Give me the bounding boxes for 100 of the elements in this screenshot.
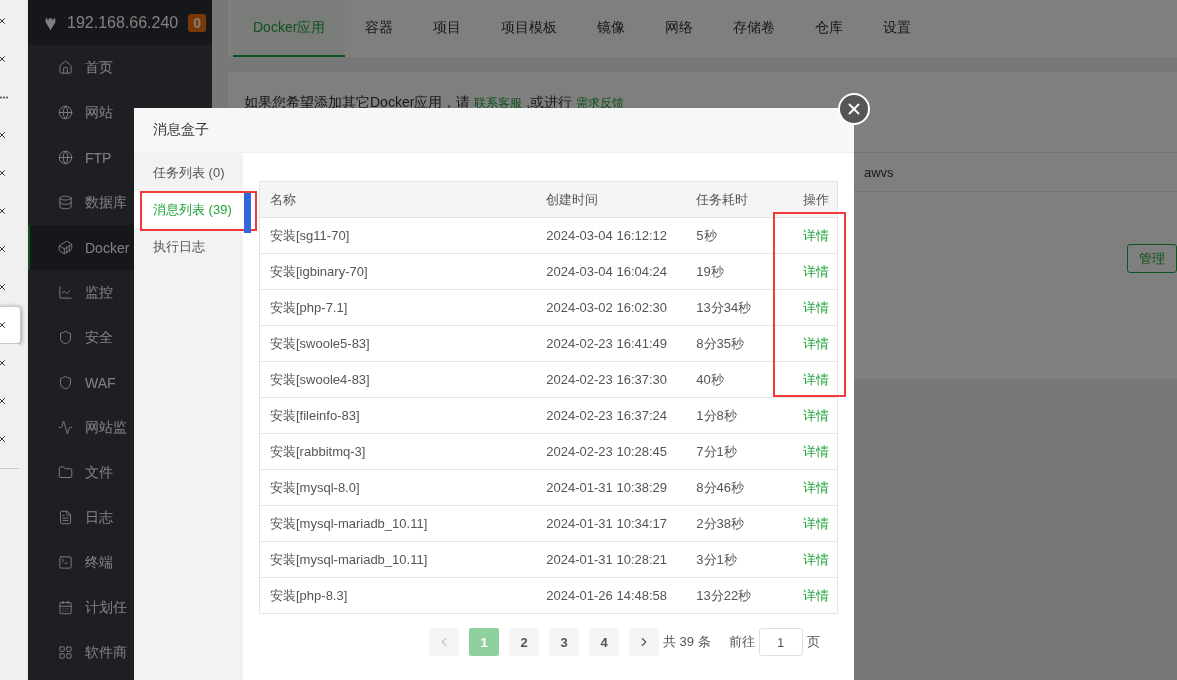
column-header: 创建时间 [536,181,687,218]
details-link[interactable]: 详情 [803,587,829,603]
tab[interactable]: 存储卷 [713,0,796,57]
details-link[interactable]: 详情 [803,443,829,459]
table-cell: 安装[mysql-8.0] [259,469,537,506]
close-icon[interactable] [0,130,7,140]
database-icon [58,195,73,210]
total-count: 共 39 条 [663,633,711,651]
shield-icon [58,330,73,345]
log-icon [58,510,73,525]
table-cell: 19秒 [686,253,772,290]
sidebar-item[interactable]: 软件商 [28,630,212,675]
tab[interactable]: 项目模板 [481,0,578,57]
table-cell: 安装[mysql-mariadb_10.11] [259,541,537,578]
close-icon[interactable] [0,54,7,64]
table-cell: 安装[mysql-mariadb_10.11] [259,505,537,542]
close-icon[interactable] [0,168,7,178]
manage-button[interactable]: 管理 [1127,244,1177,273]
table-cell: 安装[php-8.3] [259,577,537,614]
page-button[interactable]: 3 [549,628,579,656]
table-cell: 2024-01-31 10:34:17 [536,505,687,542]
page-button[interactable]: 2 [509,628,539,656]
table-cell: 2024-03-04 16:04:24 [536,253,687,290]
column-header: 名称 [259,181,537,218]
table-cell: 40秒 [686,361,772,398]
column-header: 操作 [771,181,838,218]
details-link[interactable]: 详情 [803,515,829,531]
contact-link[interactable]: 联系客服 [474,95,523,112]
details-link[interactable]: 详情 [803,479,829,495]
sidebar-item[interactable]: 文件 [28,450,212,495]
sidebar-item[interactable]: 监控 [28,270,212,315]
table-cell: 2024-02-23 16:37:24 [536,397,687,434]
table-cell: 安装[php-7.1] [259,289,537,326]
details-link[interactable]: 详情 [803,227,829,243]
details-link[interactable]: 详情 [803,335,829,351]
globe-icon [58,150,73,165]
globe-icon [58,105,73,120]
folder-icon [58,465,73,480]
table-cell: 8分46秒 [686,469,772,506]
pulse-icon [58,420,73,435]
sidebar-item[interactable]: 终端 [28,540,212,585]
host-address: 192.168.66.240 [67,13,179,32]
sidebar-item[interactable]: WAF [28,360,212,405]
table-cell: 13分34秒 [686,289,772,326]
page-input[interactable]: 1 [758,628,803,656]
tab[interactable]: 仓库 [795,0,864,57]
sidebar-item[interactable]: 计划任 [28,585,212,630]
table-cell: 2024-03-02 16:02:30 [536,289,687,326]
sidebar-item[interactable]: 日志 [28,495,212,540]
close-icon[interactable] [0,396,7,406]
table-cell: 安装[fileinfo-83] [259,397,537,434]
tab[interactable]: 项目 [413,0,482,57]
details-link[interactable]: 详情 [803,299,829,315]
close-icon[interactable] [0,16,7,26]
table-cell: 安装[sg11-70] [259,217,537,254]
close-icon[interactable] [0,434,7,444]
tab[interactable]: 设置 [863,0,932,57]
details-link[interactable]: 详情 [803,371,829,387]
column-header: 任务耗时 [686,181,772,218]
menu-item[interactable]: 消息列表 (39) [134,191,243,228]
sidebar-item[interactable]: 首页 [28,45,212,90]
close-icon[interactable] [0,320,7,330]
table-cell: 2024-02-23 16:41:49 [536,325,687,362]
table-cell: 13分22秒 [686,577,772,614]
calendar-icon [58,600,73,615]
dialog-title: 消息盒子 [153,121,209,139]
table-cell: 安装[swoole5-83] [259,325,537,362]
table-cell: 2024-01-31 10:28:21 [536,541,687,578]
page-button[interactable]: 4 [589,628,619,656]
tab[interactable]: Docker应用 [233,0,346,57]
details-link[interactable]: 详情 [803,407,829,423]
close-icon[interactable] [0,206,7,216]
close-icon[interactable] [0,244,7,254]
table-cell: 1分8秒 [686,397,772,434]
sidebar-item[interactable]: 安全 [28,315,212,360]
sidebar-item[interactable]: 网站监 [28,405,212,450]
table-cell: 2024-03-04 16:12:12 [536,217,687,254]
tab[interactable]: 镜像 [577,0,646,57]
menu-item[interactable]: 任务列表 (0) [134,154,243,191]
table-cell: 2024-01-26 14:48:58 [536,577,687,614]
more-icon[interactable] [0,95,8,99]
table-cell: 2分38秒 [686,505,772,542]
table-cell: 7分1秒 [686,433,772,470]
marker-bar [244,193,251,233]
table-cell: 8分35秒 [686,325,772,362]
close-icon[interactable] [0,358,7,368]
table-cell: 2024-02-23 10:28:45 [536,433,687,470]
table-cell: 5秒 [686,217,772,254]
table-cell: 2024-01-31 10:38:29 [536,469,687,506]
tab[interactable]: 容器 [345,0,414,57]
details-link[interactable]: 详情 [803,551,829,567]
shield-icon [58,375,73,390]
table-cell: 2024-02-23 16:37:30 [536,361,687,398]
terminal-icon [58,555,73,570]
tab[interactable]: 网络 [645,0,714,57]
table-cell: 安装[rabbitmq-3] [259,433,537,470]
details-link[interactable]: 详情 [803,263,829,279]
close-icon[interactable] [0,282,7,292]
goto-label: 前往 [728,633,755,651]
page-unit: 页 [806,633,820,651]
